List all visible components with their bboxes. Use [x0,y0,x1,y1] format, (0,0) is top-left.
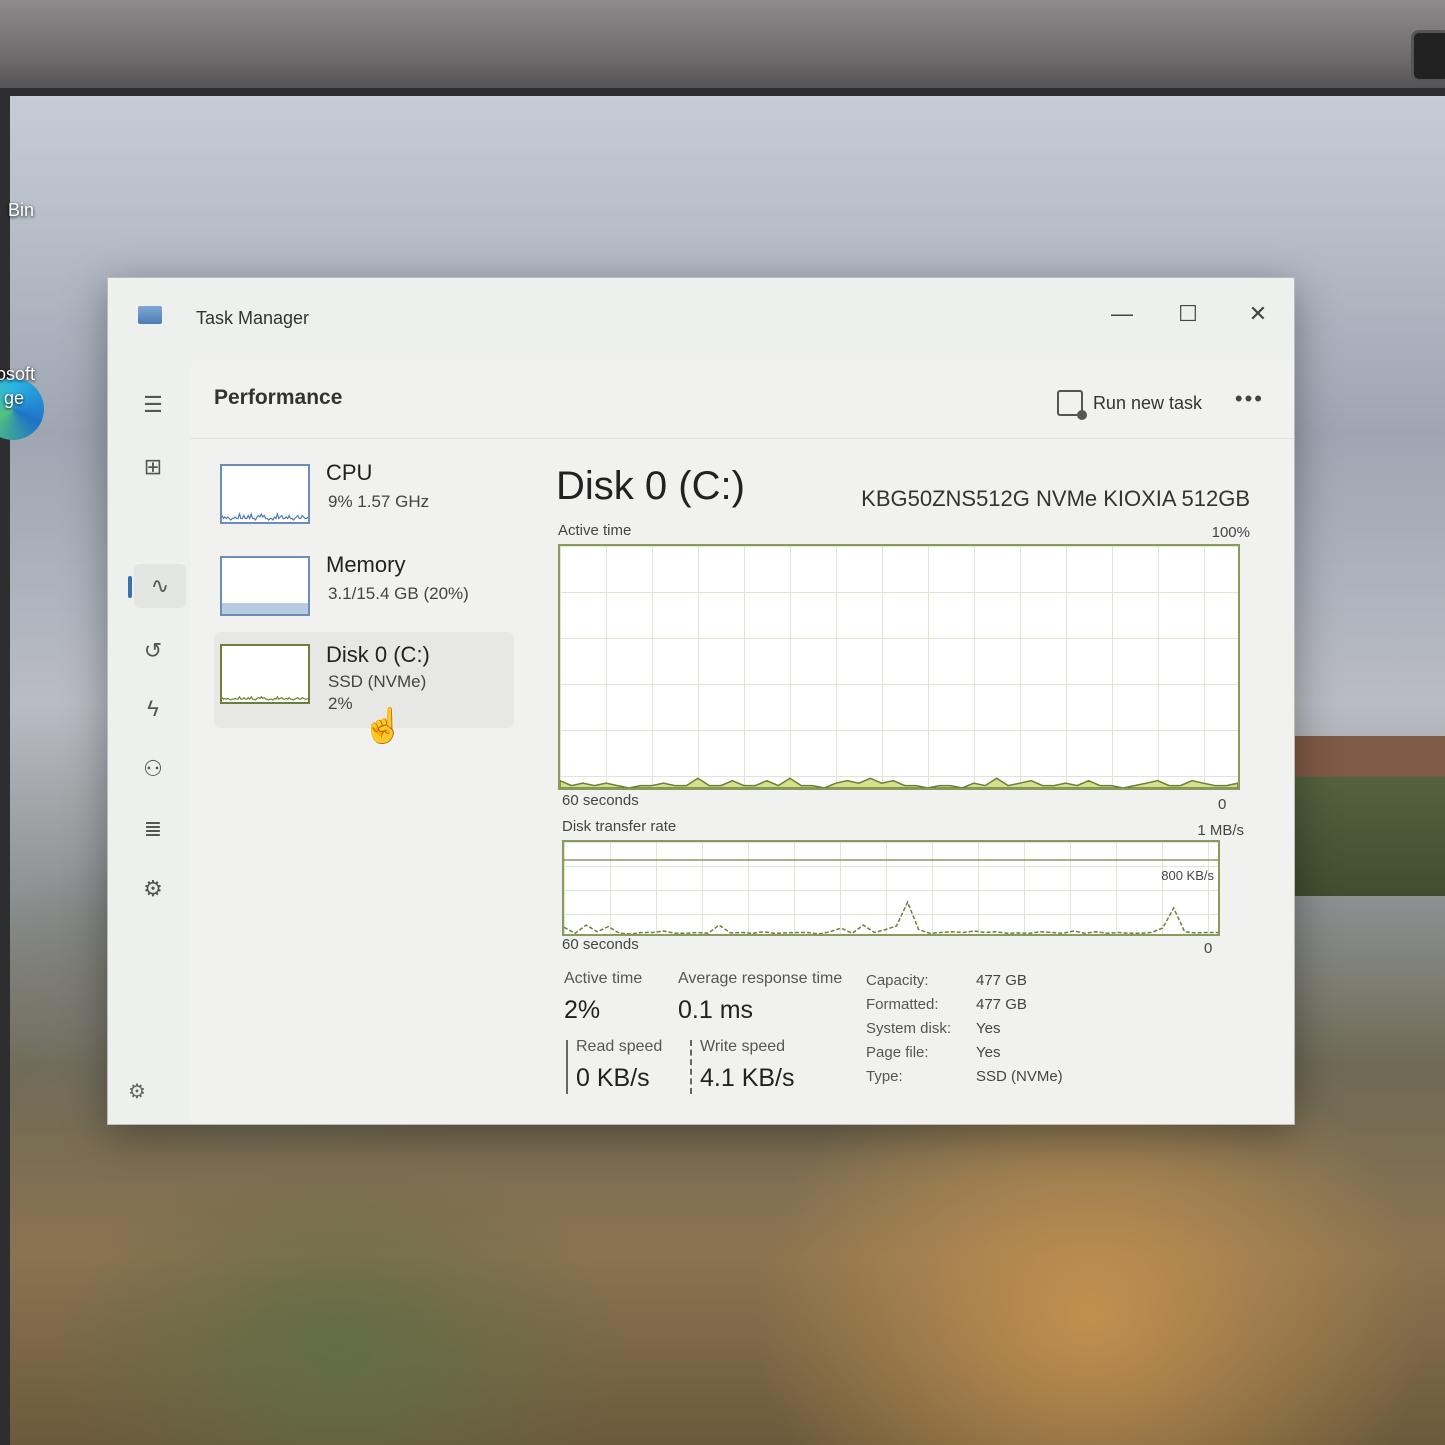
run-new-task-button[interactable]: Run new task [1056,390,1202,420]
window-title: Task Manager [196,308,310,328]
response-time-label: Average response time [678,970,843,987]
wallpaper-building [1280,736,1445,896]
active-time-chart [558,544,1240,790]
disk-spark-line [222,695,308,701]
edge-label-line1[interactable]: osoft [0,364,35,385]
transfer-min-label: 0 [1204,940,1213,957]
cpu-thumbnail-graph [220,464,310,524]
read-speed-value: 0 KB/s [576,1064,650,1092]
capacity-value: 477 GB [976,972,1027,989]
title-bar[interactable]: Task Manager — ☐ ✕ [108,278,1294,348]
menu-icon[interactable]: ☰ [136,388,170,422]
performance-content: Performance Run new task ••• CPU 9% 1.57… [190,360,1294,1124]
system-disk-label: System disk: [866,1020,952,1037]
memory-usage-fill [222,602,308,614]
transfer-x-label: 60 seconds [562,936,639,953]
transfer-mid-label: 800 KB/s [1161,868,1214,883]
device-usage: 3.1/15.4 GB (20%) [328,584,469,603]
minimize-button[interactable]: — [1102,294,1142,334]
write-speed-value: 4.1 KB/s [700,1064,795,1092]
disk-title: Disk 0 (C:) [556,464,745,508]
app-history-icon[interactable]: ↺ [136,634,170,668]
device-type: SSD (NVMe) [328,672,427,691]
transfer-max-label: 1 MB/s [1197,822,1244,839]
active-time-stat-value: 2% [564,996,601,1024]
memory-thumbnail-graph [220,556,310,616]
device-name: CPU [326,460,373,485]
page-header: Performance Run new task ••• [190,360,1294,439]
transfer-rate-plot [564,859,1218,934]
type-value: SSD (NVMe) [976,1068,1063,1085]
task-manager-window: Task Manager — ☐ ✕ ☰ ⊞ ∿ ↺ ϟ ⚇ ≣ ⚙ Perfo… [107,277,1295,1125]
cpu-sparkline [222,512,308,522]
capacity-label: Capacity: [866,972,929,989]
formatted-value: 477 GB [976,996,1027,1013]
device-name: Memory [326,552,406,577]
details-icon[interactable]: ≣ [136,812,170,846]
run-new-task-label: Run new task [1092,392,1202,413]
active-time-plot [560,777,1238,788]
active-time-x-label: 60 seconds [562,792,639,809]
response-time-value: 0.1 ms [678,996,754,1024]
device-cpu[interactable]: CPU 9% 1.57 GHz [214,456,514,540]
page-file-value: Yes [976,1044,1001,1061]
recycle-bin-label[interactable]: Bin [8,200,34,221]
run-task-icon [1056,390,1087,420]
read-speed-label: Read speed [576,1038,663,1055]
users-icon[interactable]: ⚇ [136,752,170,786]
device-name: Disk 0 (C:) [326,642,430,667]
monitor-bezel-top [0,0,1445,96]
device-memory[interactable]: Memory 3.1/15.4 GB (20%) [214,548,514,632]
close-button[interactable]: ✕ [1238,294,1278,334]
type-label: Type: [866,1068,903,1085]
active-nav-indicator [128,576,132,598]
webcam-icon [1411,30,1445,82]
write-speed-label: Write speed [700,1038,786,1055]
read-speed-legend-line [566,1040,568,1094]
settings-gear-icon[interactable]: ⚙ [128,1079,146,1104]
more-options-button[interactable]: ••• [1235,386,1264,412]
hand-cursor-icon: ☝ [362,707,405,745]
write-speed-series-line [564,900,1218,934]
device-usage: 9% 1.57 GHz [328,492,430,511]
task-manager-app-icon [138,306,162,324]
system-disk-value: Yes [976,1020,1001,1037]
monitor-bezel-left [0,96,10,1445]
formatted-label: Formatted: [866,996,939,1013]
active-time-chart-label: Active time [558,522,632,539]
active-time-stat-label: Active time [564,970,643,987]
transfer-chart-label: Disk transfer rate [562,818,677,835]
services-icon[interactable]: ⚙ [136,872,170,906]
edge-label-line2[interactable]: ge [4,388,24,409]
disk-thumbnail-graph [220,644,310,704]
maximize-button[interactable]: ☐ [1168,294,1208,334]
cpu-spark-line [222,512,308,522]
disk-sparkline [222,695,308,701]
active-time-series-area [560,777,1238,788]
startup-apps-icon[interactable]: ϟ [136,692,170,726]
page-file-label: Page file: [866,1044,929,1061]
active-time-min-label: 0 [1218,796,1227,813]
processes-icon[interactable]: ⊞ [136,450,170,484]
device-usage: 2% [328,694,353,713]
monitor-bezel-edge [0,88,1445,96]
disk-transfer-rate-chart: 800 KB/s [562,840,1220,936]
write-speed-legend-line [690,1040,692,1094]
active-time-max-label: 100% [1211,524,1250,541]
performance-icon[interactable]: ∿ [134,564,186,608]
navigation-rail: ☰ ⊞ ∿ ↺ ϟ ⚇ ≣ ⚙ [108,348,190,1124]
disk-model: KBG50ZNS512G NVMe KIOXIA 512GB [861,486,1250,511]
page-title: Performance [214,386,343,409]
